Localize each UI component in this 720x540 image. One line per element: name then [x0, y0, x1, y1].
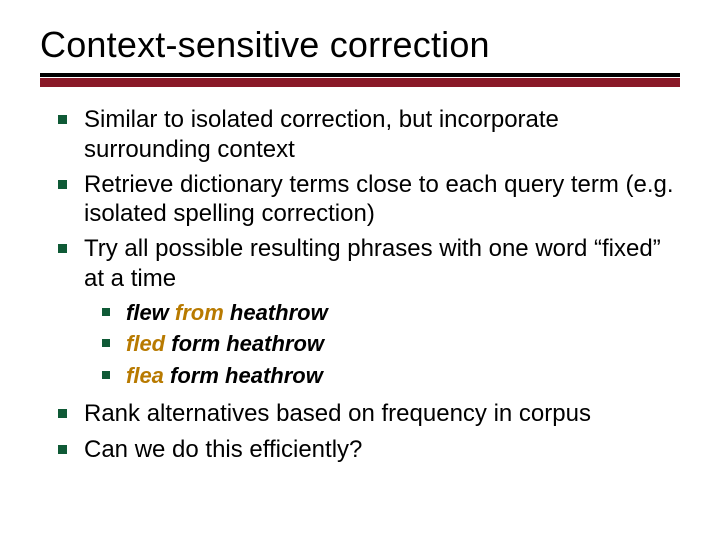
list-item: Rank alternatives based on frequency in …: [40, 399, 680, 428]
list-item: Try all possible resulting phrases with …: [40, 234, 680, 293]
example-highlight: flea: [126, 363, 164, 388]
divider-black-bar: [40, 73, 680, 77]
list-item: Retrieve dictionary terms close to each …: [40, 170, 680, 229]
bullet-text: Try all possible resulting phrases with …: [84, 235, 661, 291]
slide-content: Similar to isolated correction, but inco…: [40, 105, 680, 464]
list-item: flew from heathrow: [40, 299, 680, 327]
example-post: form heathrow: [165, 331, 324, 356]
bullet-text: Rank alternatives based on frequency in …: [84, 400, 591, 427]
list-item: flea form heathrow: [40, 362, 680, 390]
list-item: Can we do this efficiently?: [40, 435, 680, 464]
example-post: form heathrow: [164, 363, 323, 388]
example-highlight: fled: [126, 331, 165, 356]
bullet-text: Retrieve dictionary terms close to each …: [84, 171, 674, 227]
example-pre: flew: [126, 300, 175, 325]
bullet-list-continued: Rank alternatives based on frequency in …: [40, 399, 680, 464]
list-item: Similar to isolated correction, but inco…: [40, 105, 680, 164]
example-highlight: from: [175, 300, 224, 325]
title-divider: [40, 73, 680, 87]
bullet-list: Similar to isolated correction, but inco…: [40, 105, 680, 293]
example-post: heathrow: [224, 300, 328, 325]
bullet-text: Can we do this efficiently?: [84, 436, 362, 463]
divider-maroon-bar: [40, 78, 680, 87]
list-item: fled form heathrow: [40, 330, 680, 358]
bullet-text: Similar to isolated correction, but inco…: [84, 106, 559, 162]
slide-title: Context-sensitive correction: [40, 24, 680, 65]
example-list: flew from heathrow fled form heathrow fl…: [40, 299, 680, 390]
slide: Context-sensitive correction Similar to …: [0, 0, 720, 540]
